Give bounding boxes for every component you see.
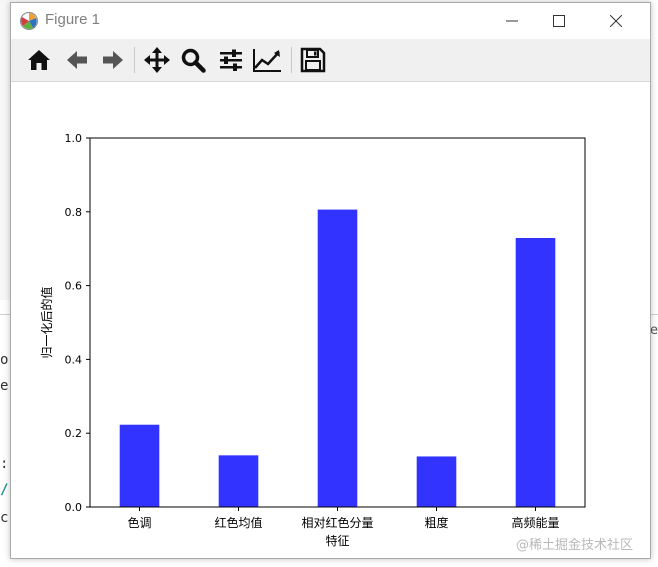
bar [317, 209, 358, 507]
editor-text: : [0, 456, 9, 472]
y-tick-label: 0.2 [65, 427, 83, 440]
close-icon [610, 15, 622, 27]
pan-button[interactable] [141, 45, 173, 75]
maximize-icon [553, 15, 565, 27]
x-tick-label: 相对红色分量 [301, 515, 373, 530]
move-icon [144, 47, 170, 73]
editor-text: e [0, 378, 9, 394]
bar [515, 237, 556, 507]
magnifier-icon [181, 48, 206, 73]
line-chart-icon [253, 49, 281, 72]
editor-text: c [0, 510, 9, 526]
window-title: Figure 1 [45, 11, 101, 28]
close-button[interactable] [593, 3, 639, 39]
editor-text: e [650, 323, 658, 338]
figure-window: Figure 1 0.0 0.2 0.4 0.6 0.8 1.0 色调 红色均值… [10, 2, 651, 559]
maximize-button[interactable] [536, 3, 582, 39]
y-tick-label: 0.8 [65, 206, 83, 219]
bar-chart: 0.0 0.2 0.4 0.6 0.8 1.0 色调 红色均值 相对红色分量 粗度 高频能量特征 归一… [39, 132, 586, 548]
toolbar-separator [134, 47, 135, 73]
forward-button[interactable] [97, 45, 129, 75]
arrow-left-icon [67, 51, 87, 69]
bar [416, 456, 457, 507]
arrow-right-icon [103, 51, 123, 69]
x-tick-label: 高频能量 [511, 515, 559, 530]
subplots-button[interactable] [215, 45, 247, 75]
editor-text: o [0, 352, 9, 368]
sliders-icon [220, 49, 242, 71]
navigation-toolbar [11, 39, 650, 82]
home-icon [28, 50, 50, 70]
x-tick-label: 粗度 [424, 515, 448, 530]
bar [218, 455, 259, 507]
home-button[interactable] [23, 45, 55, 75]
title-bar[interactable]: Figure 1 [11, 3, 650, 39]
minimize-button[interactable] [489, 3, 535, 39]
save-button[interactable] [297, 45, 329, 75]
figure-canvas[interactable]: 0.0 0.2 0.4 0.6 0.8 1.0 色调 红色均值 相对红色分量 粗度 高频能量特征 归一… [11, 82, 650, 558]
toolbar-separator [291, 47, 292, 73]
edit-axis-button[interactable] [251, 45, 283, 75]
floppy-disk-icon [300, 47, 326, 73]
x-tick-label: 色调 [127, 516, 151, 530]
matplotlib-icon [20, 12, 38, 30]
zoom-button[interactable] [177, 45, 209, 75]
minimize-icon [506, 20, 518, 22]
y-tick-label: 0.0 [65, 501, 83, 514]
x-tick-label: 红色均值 [214, 515, 262, 530]
back-button[interactable] [61, 45, 93, 75]
y-tick-label: 0.6 [65, 280, 83, 293]
x-axis-label: 特征 [325, 533, 349, 548]
y-axis-label: 归一化后的值 [39, 286, 54, 358]
watermark: @稀土掘金技术社区 [516, 538, 634, 553]
y-tick-label: 1.0 [65, 132, 83, 145]
bar [119, 424, 160, 507]
y-tick-label: 0.4 [65, 353, 83, 366]
editor-text: / [0, 482, 9, 498]
